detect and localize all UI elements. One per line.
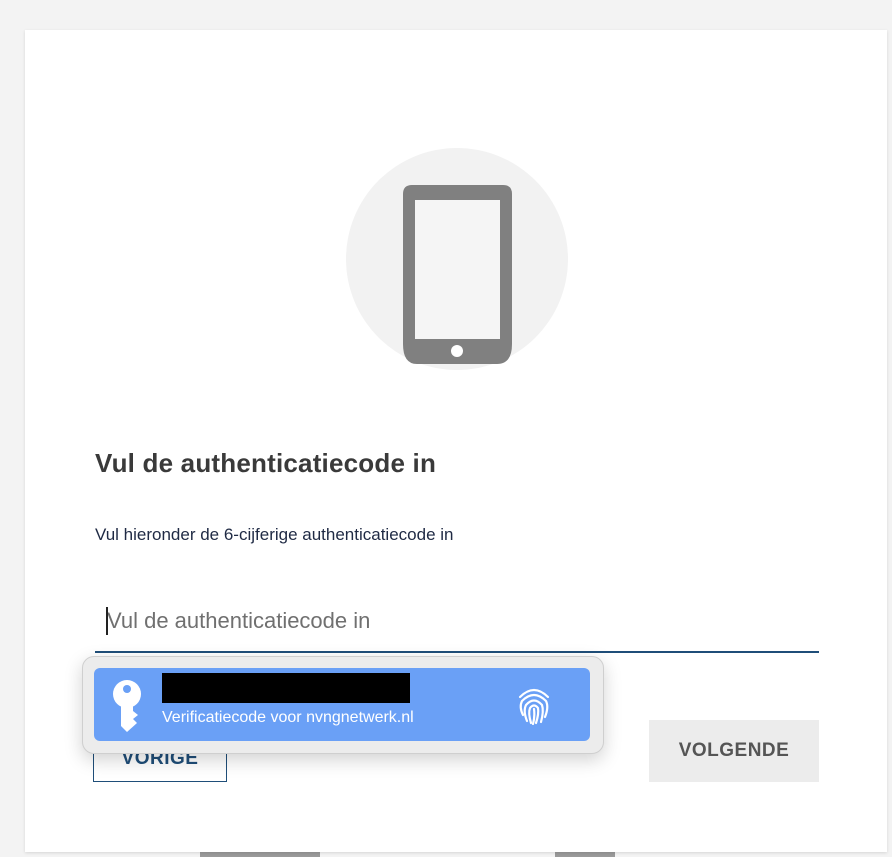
next-button[interactable]: VOLGENDE	[649, 720, 819, 782]
authentication-code-input[interactable]	[95, 595, 819, 647]
page: Vul de authenticatiecode in Vul hieronde…	[0, 0, 892, 857]
page-description: Vul hieronder de 6-cijferige authenticat…	[95, 525, 454, 544]
text-caret	[106, 607, 108, 635]
authentication-code-field	[95, 595, 819, 653]
page-title: Vul de authenticatiecode in	[95, 448, 437, 478]
smartphone-icon	[403, 185, 512, 364]
autofill-suggestion-item[interactable]: Verificatiecode voor nvngnetwerk.nl	[94, 668, 590, 741]
key-icon	[113, 680, 141, 732]
illustration-circle	[346, 148, 568, 370]
autofill-subtitle: Verificatiecode voor nvngnetwerk.nl	[162, 709, 414, 726]
fingerprint-icon	[518, 688, 550, 725]
autofill-suggestion-popup: Verificatiecode voor nvngnetwerk.nl	[82, 656, 604, 754]
redacted-account-name	[162, 673, 410, 703]
